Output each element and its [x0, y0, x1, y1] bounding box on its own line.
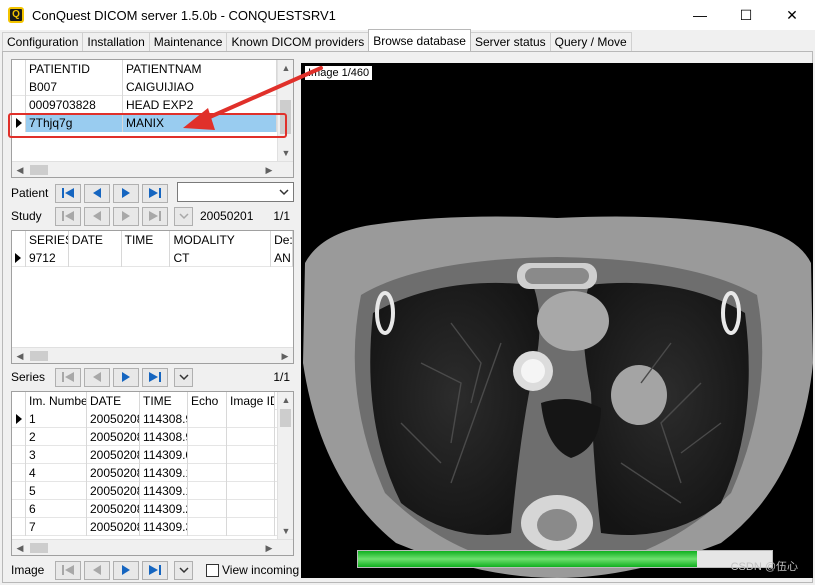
window-title: ConQuest DICOM server 1.5.0b - CONQUESTS…: [32, 7, 336, 23]
conquest-app-icon: Q: [8, 7, 24, 23]
minimize-button[interactable]: —: [677, 0, 723, 30]
tab-installation[interactable]: Installation: [82, 32, 150, 51]
tab-known-dicom-providers[interactable]: Known DICOM providers: [226, 32, 370, 51]
tab-configuration[interactable]: Configuration: [2, 32, 84, 51]
tab-strip: Configuration Installation Maintenance K…: [2, 29, 632, 51]
browse-database-panel: PATIENTID PATIENTNAM B007 CAIGUIJIAO 000…: [2, 51, 813, 583]
annotation-arrow-icon: [183, 66, 323, 130]
tab-maintenance[interactable]: Maintenance: [148, 32, 228, 51]
tab-browse-database[interactable]: Browse database: [368, 29, 471, 51]
maximize-button[interactable]: ☐: [723, 0, 769, 30]
app-window: Q ConQuest DICOM server 1.5.0b - CONQUES…: [0, 0, 815, 585]
tab-server-status[interactable]: Server status: [469, 32, 551, 51]
title-bar: Q ConQuest DICOM server 1.5.0b - CONQUES…: [0, 0, 815, 30]
tab-query-move[interactable]: Query / Move: [549, 32, 632, 51]
watermark: CSDN @伍心: [730, 561, 798, 573]
close-button[interactable]: ✕: [769, 0, 815, 30]
